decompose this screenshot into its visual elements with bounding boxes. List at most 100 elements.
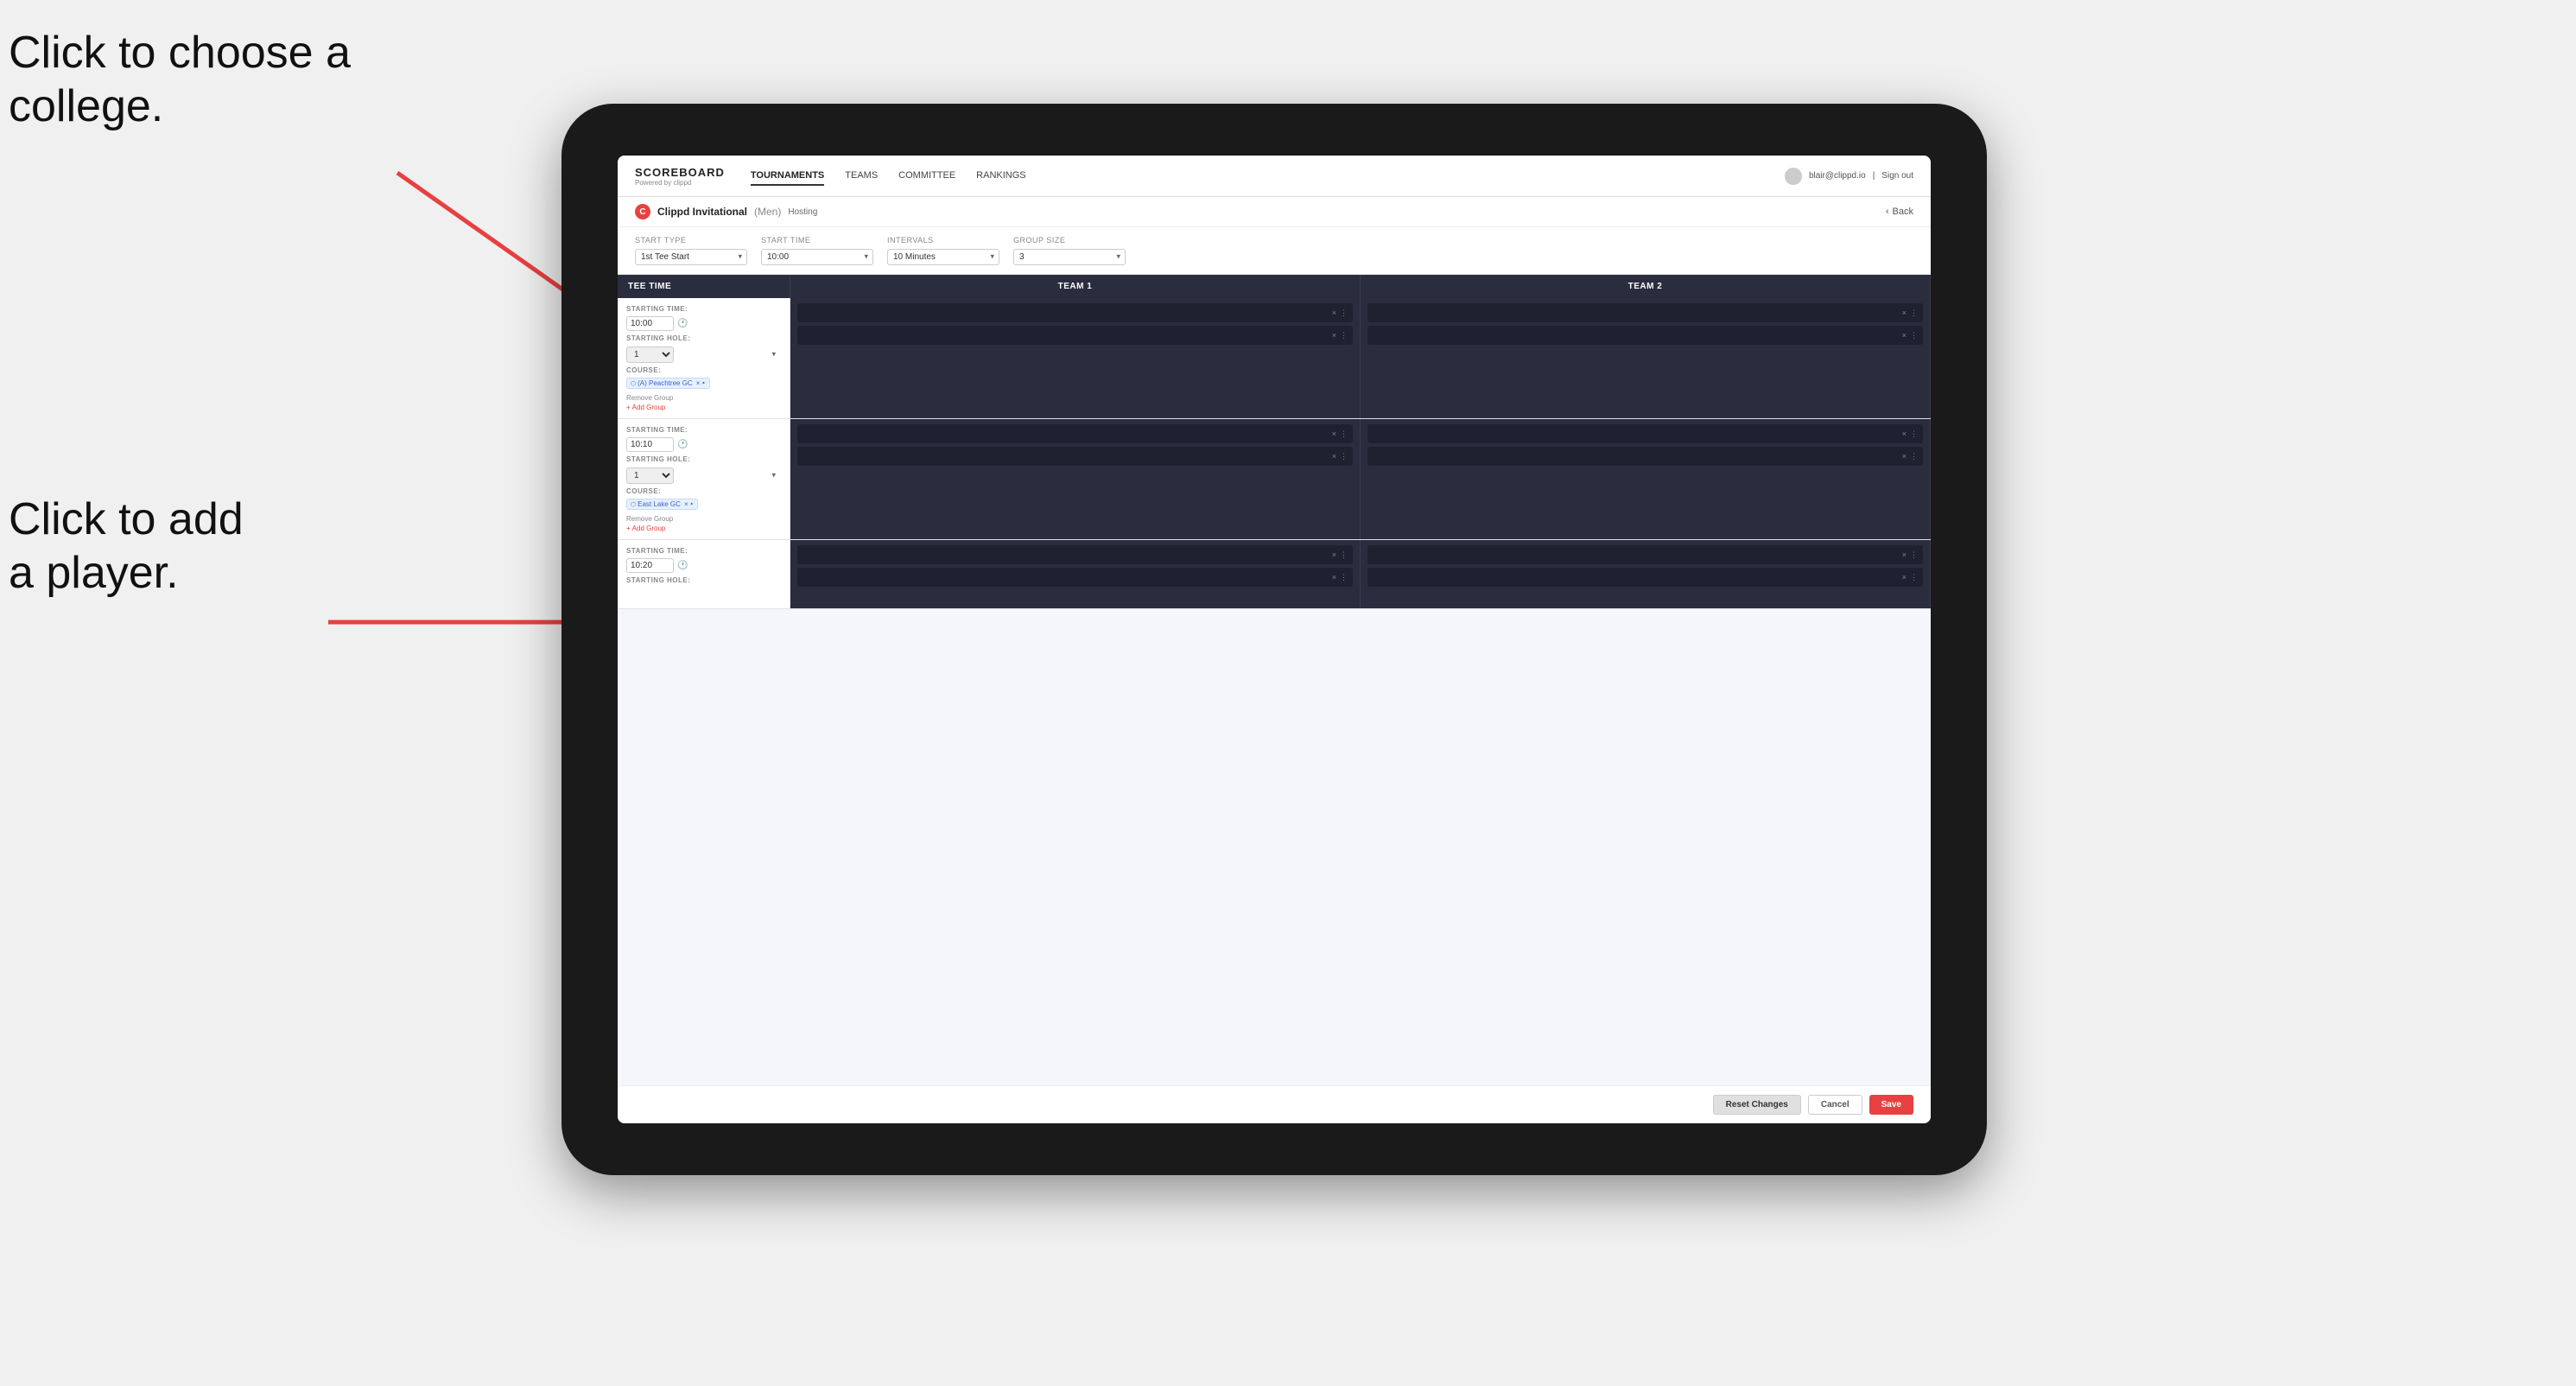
reset-changes-button[interactable]: Reset Changes xyxy=(1713,1095,1801,1115)
time-input-row-2: 🕐 xyxy=(626,437,781,452)
annotation-choose-college: Click to choose a college. xyxy=(9,26,351,134)
player-slot-1-t1-1[interactable]: × ⋮ xyxy=(797,303,1353,322)
player-slot-1-t2-1[interactable]: × ⋮ xyxy=(1367,303,1923,322)
tag-arrow-2[interactable]: ‣ xyxy=(690,500,695,508)
slot-expand-6[interactable]: ⋮ xyxy=(1340,452,1348,461)
player-slot-2-t1-2[interactable]: × ⋮ xyxy=(797,447,1353,466)
user-email: blair@clippd.io xyxy=(1809,171,1866,181)
slot-expand-5[interactable]: ⋮ xyxy=(1340,429,1348,439)
intervals-select[interactable]: 10 Minutes xyxy=(887,249,999,265)
start-type-select-wrapper: 1st Tee Start xyxy=(635,248,747,265)
nav-teams[interactable]: TEAMS xyxy=(845,167,878,186)
nav-rankings[interactable]: RANKINGS xyxy=(976,167,1025,186)
slot-close-4[interactable]: × xyxy=(1902,331,1907,340)
player-slot-3-t1-2[interactable]: × ⋮ xyxy=(797,568,1353,587)
slot-expand-12[interactable]: ⋮ xyxy=(1910,573,1918,582)
starting-hole-label-2: STARTING HOLE: xyxy=(626,455,781,463)
start-time-select[interactable]: 10:00 xyxy=(761,249,873,265)
team2-panel-2: × ⋮ × ⋮ xyxy=(1361,419,1931,539)
start-type-group: Start Type 1st Tee Start xyxy=(635,236,747,265)
group-row-3: STARTING TIME: 🕐 STARTING HOLE: × ⋮ × ⋮ xyxy=(618,540,1931,609)
slot-expand-7[interactable]: ⋮ xyxy=(1910,429,1918,439)
intervals-group: Intervals 10 Minutes xyxy=(887,236,999,265)
slot-close-7[interactable]: × xyxy=(1902,429,1907,438)
slot-close-5[interactable]: × xyxy=(1332,429,1336,438)
group-size-select[interactable]: 3 xyxy=(1013,249,1126,265)
starting-time-input-2[interactable] xyxy=(626,437,674,452)
nav-committee[interactable]: COMMITTEE xyxy=(898,167,955,186)
tournament-name: Clippd Invitational xyxy=(657,206,747,218)
slot-close-11[interactable]: × xyxy=(1902,550,1907,559)
remove-group-2[interactable]: Remove Group xyxy=(626,515,781,523)
group-row-2: STARTING TIME: 🕐 STARTING HOLE: 1 COURSE… xyxy=(618,419,1931,540)
nav-tournaments[interactable]: TOURNAMENTS xyxy=(751,167,824,186)
hole-select-wrapper-2: 1 xyxy=(626,467,781,484)
slot-expand-10[interactable]: ⋮ xyxy=(1340,573,1348,582)
start-type-label: Start Type xyxy=(635,236,747,245)
hole-select-1[interactable]: 1 xyxy=(626,346,674,363)
slot-expand-8[interactable]: ⋮ xyxy=(1910,452,1918,461)
tablet-screen: SCOREBOARD Powered by clippd TOURNAMENTS… xyxy=(618,156,1931,1123)
starting-hole-label-1: STARTING HOLE: xyxy=(626,334,781,342)
slot-expand-3[interactable]: ⋮ xyxy=(1910,308,1918,318)
starting-time-label-3: STARTING TIME: xyxy=(626,547,781,555)
tag-icon-2: ⬡ xyxy=(631,501,636,508)
remove-add-2: Remove Group + Add Group xyxy=(626,515,781,532)
slot-expand-1[interactable]: ⋮ xyxy=(1340,308,1348,318)
player-slot-3-t2-1[interactable]: × ⋮ xyxy=(1367,545,1923,564)
slot-expand-4[interactable]: ⋮ xyxy=(1910,331,1918,340)
add-group-2[interactable]: + Add Group xyxy=(626,525,781,532)
slot-close-6[interactable]: × xyxy=(1332,452,1336,461)
nav-links: TOURNAMENTS TEAMS COMMITTEE RANKINGS xyxy=(751,167,1785,186)
player-slot-2-t1-1[interactable]: × ⋮ xyxy=(797,424,1353,443)
player-slot-3-t1-1[interactable]: × ⋮ xyxy=(797,545,1353,564)
course-row-1: ⬡ (A) Peachtree GC × ‣ xyxy=(626,378,781,389)
slot-expand-2[interactable]: ⋮ xyxy=(1340,331,1348,340)
slot-close-9[interactable]: × xyxy=(1332,550,1336,559)
hole-select-2[interactable]: 1 xyxy=(626,467,674,484)
course-tag-2[interactable]: ⬡ East Lake GC × ‣ xyxy=(626,499,698,510)
start-type-select[interactable]: 1st Tee Start xyxy=(635,249,747,265)
player-slot-2-t2-1[interactable]: × ⋮ xyxy=(1367,424,1923,443)
intervals-select-wrapper: 10 Minutes xyxy=(887,248,999,265)
tee-time-panel-2: STARTING TIME: 🕐 STARTING HOLE: 1 COURSE… xyxy=(618,419,790,539)
player-slot-3-t2-2[interactable]: × ⋮ xyxy=(1367,568,1923,587)
add-group-1[interactable]: + Add Group xyxy=(626,404,781,411)
player-slot-1-t1-2[interactable]: × ⋮ xyxy=(797,326,1353,345)
slot-close-8[interactable]: × xyxy=(1902,452,1907,461)
slot-close-10[interactable]: × xyxy=(1332,573,1336,582)
hole-select-wrapper-1: 1 xyxy=(626,346,781,363)
player-slot-1-t2-2[interactable]: × ⋮ xyxy=(1367,326,1923,345)
player-slot-2-t2-2[interactable]: × ⋮ xyxy=(1367,447,1923,466)
starting-time-input-3[interactable] xyxy=(626,558,674,573)
remove-group-1[interactable]: Remove Group xyxy=(626,394,781,402)
course-tag-1[interactable]: ⬡ (A) Peachtree GC × ‣ xyxy=(626,378,710,389)
course-label-2: COURSE: xyxy=(626,487,781,495)
sub-header: C Clippd Invitational (Men) Hosting ‹ Ba… xyxy=(618,197,1931,227)
tee-time-panel-3: STARTING TIME: 🕐 STARTING HOLE: xyxy=(618,540,790,608)
back-button[interactable]: ‹ Back xyxy=(1886,207,1913,217)
starting-time-input-1[interactable] xyxy=(626,316,674,331)
tournament-gender: (Men) xyxy=(754,206,781,218)
tag-close-1[interactable]: × xyxy=(696,379,701,387)
logo-text: SCOREBOARD xyxy=(635,166,725,179)
starting-time-label-1: STARTING TIME: xyxy=(626,305,781,313)
clock-icon-3: 🕐 xyxy=(677,561,688,570)
logo-area: SCOREBOARD Powered by clippd xyxy=(635,166,725,187)
settings-row: Start Type 1st Tee Start Start Time 10:0… xyxy=(618,227,1931,275)
slot-close-12[interactable]: × xyxy=(1902,573,1907,582)
slot-close-1[interactable]: × xyxy=(1332,308,1336,317)
tag-close-2[interactable]: × xyxy=(684,500,688,508)
save-button[interactable]: Save xyxy=(1869,1095,1913,1115)
slot-expand-9[interactable]: ⋮ xyxy=(1340,550,1348,560)
slot-close-3[interactable]: × xyxy=(1902,308,1907,317)
cancel-button[interactable]: Cancel xyxy=(1808,1095,1862,1115)
user-avatar xyxy=(1785,168,1802,185)
clock-icon-2: 🕐 xyxy=(677,440,688,449)
tag-arrow-1[interactable]: ‣ xyxy=(701,379,706,387)
start-time-label: Start Time xyxy=(761,236,873,245)
slot-close-2[interactable]: × xyxy=(1332,331,1336,340)
sign-out-link[interactable]: Sign out xyxy=(1881,171,1913,181)
team2-panel-3: × ⋮ × ⋮ xyxy=(1361,540,1931,608)
slot-expand-11[interactable]: ⋮ xyxy=(1910,550,1918,560)
